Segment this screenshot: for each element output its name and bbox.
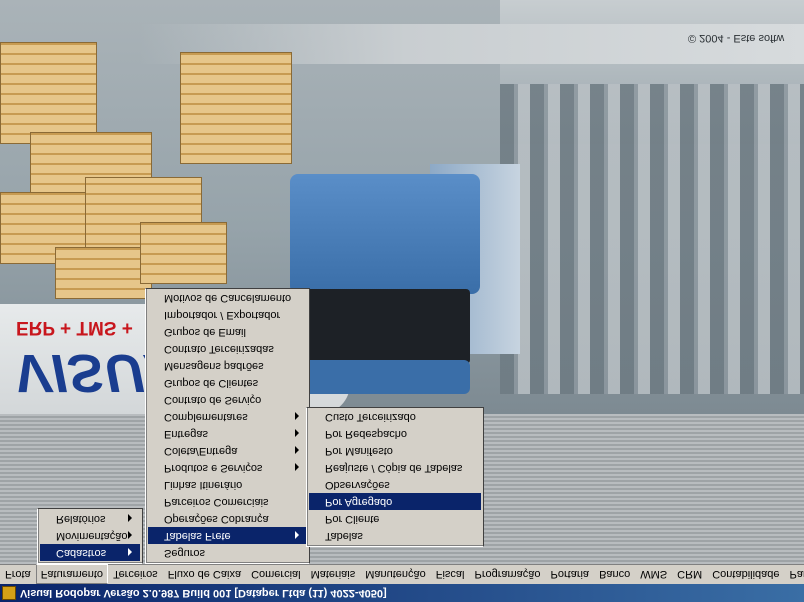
- menu-item-label: Seguros: [164, 547, 205, 559]
- menu-item-tabelas-frete[interactable]: Tabelas Frete: [148, 527, 307, 544]
- menu-item-label: Custo Terceirizado: [325, 411, 416, 423]
- menu-item-label: Por Agregado: [325, 496, 393, 508]
- menu-item-label: Motivos de Cancelamento: [164, 292, 292, 304]
- menu-item-cadastros[interactable]: Cadastros: [40, 544, 140, 561]
- menu-item-motivos-de-cancelamento[interactable]: Motivos de Cancelamento: [148, 289, 307, 306]
- menu-item-por-agregado[interactable]: Por Agregado: [309, 493, 481, 510]
- faturamento-dropdown: Cadastros Movimentação Relatórios: [37, 508, 143, 564]
- menu-faturamento[interactable]: Faturamento: [35, 564, 109, 585]
- menu-item-label: Mensagens padrões: [164, 360, 264, 372]
- menu-terceiros[interactable]: Terceiros: [108, 566, 163, 584]
- crate-pallet: [55, 247, 152, 299]
- menu-item-label: Por Manifesto: [325, 445, 393, 457]
- menu-item-label: Coleta/Entrega: [164, 445, 238, 457]
- menu-fluxo-de-caixa[interactable]: Fluxo de Caixa: [163, 566, 246, 584]
- menu-contabilidade[interactable]: Contabilidade: [707, 566, 784, 584]
- app-icon[interactable]: [2, 586, 16, 600]
- truck-cab: [290, 174, 480, 294]
- copyright-text: © 2004 - Este softw: [688, 32, 785, 44]
- menu-wms[interactable]: WMS: [635, 566, 672, 584]
- window-title: Visual Rodopar Versão 2.0.987 Build 001 …: [20, 587, 387, 599]
- menu-item-contrato-de-servico[interactable]: Contrato de Serviço: [148, 391, 307, 408]
- menu-item-label: Contrato de Serviço: [164, 394, 262, 406]
- menu-item-seguros[interactable]: Seguros: [148, 544, 307, 561]
- submenu-arrow-icon: [295, 446, 299, 454]
- menu-item-custo-terceirizado[interactable]: Custo Terceirizado: [309, 408, 481, 425]
- menu-materiais[interactable]: Materiais: [306, 566, 361, 584]
- container-port: [500, 84, 804, 394]
- menu-item-label: Movimentação: [56, 530, 128, 542]
- menu-item-por-redespacho[interactable]: Por Redespacho: [309, 425, 481, 442]
- menu-item-label: Grupos de Email: [164, 326, 246, 338]
- menu-item-operacoes-cobranca[interactable]: Operações Cobrança: [148, 510, 307, 527]
- menu-item-importador-exportador[interactable]: Importador / Exportador: [148, 306, 307, 323]
- menu-parametros[interactable]: Par: [785, 566, 804, 584]
- menu-manutencao[interactable]: Manutenção: [360, 566, 431, 584]
- menu-item-tabelas[interactable]: Tabelas: [309, 527, 481, 544]
- menu-item-linhas-itinerario[interactable]: Linhas Itinerário: [148, 476, 307, 493]
- menu-portaria[interactable]: Portaria: [546, 566, 595, 584]
- menu-item-grupos-de-clientes[interactable]: Grupos de Clientes: [148, 374, 307, 391]
- submenu-arrow-icon: [295, 463, 299, 471]
- menu-item-label: Grupos de Clientes: [164, 377, 259, 389]
- menu-programacao[interactable]: Programação: [469, 566, 545, 584]
- menu-item-label: Linhas Itinerário: [164, 479, 243, 491]
- menu-item-label: Operações Cobrança: [164, 513, 269, 525]
- tagline-text: ERP + TMS +: [16, 317, 133, 338]
- submenu-arrow-icon: [295, 412, 299, 420]
- tabelas-frete-submenu: Tabelas Por Cliente Por Agregado Observa…: [306, 407, 484, 547]
- menu-item-label: Tabelas: [325, 530, 363, 542]
- menu-bar: Frota Faturamento Terceiros Fluxo de Cai…: [0, 564, 804, 585]
- menu-item-reajuste-copia-de-tabelas[interactable]: Reajuste / Cópia de Tabelas: [309, 459, 481, 476]
- menu-item-label: Relatórios: [56, 513, 106, 525]
- crate-pallet: [0, 42, 97, 144]
- menu-item-por-manifesto[interactable]: Por Manifesto: [309, 442, 481, 459]
- menu-item-por-cliente[interactable]: Por Cliente: [309, 510, 481, 527]
- menu-item-label: Parceiros Comerciais: [164, 496, 269, 508]
- submenu-arrow-icon: [128, 548, 132, 556]
- menu-item-contrato-terceirizadas[interactable]: Contrato Terceirizadas: [148, 340, 307, 357]
- submenu-arrow-icon: [295, 429, 299, 437]
- menu-banco[interactable]: Banco: [594, 566, 635, 584]
- menu-item-mensagens-padroes[interactable]: Mensagens padrões: [148, 357, 307, 374]
- menu-item-complementares[interactable]: Complementares: [148, 408, 307, 425]
- submenu-arrow-icon: [128, 514, 132, 522]
- submenu-arrow-icon: [128, 531, 132, 539]
- menu-item-entregas[interactable]: Entregas: [148, 425, 307, 442]
- menu-item-label: Entregas: [164, 428, 209, 440]
- cadastros-submenu: Seguros Tabelas Frete Operações Cobrança…: [145, 288, 310, 564]
- menu-item-produtos-e-servicos[interactable]: Produtos e Serviços: [148, 459, 307, 476]
- menu-frota[interactable]: Frota: [0, 566, 36, 584]
- menu-item-label: Contrato Terceirizadas: [164, 343, 274, 355]
- menu-item-label: Tabelas Frete: [164, 530, 231, 542]
- truck-bumper: [290, 360, 470, 394]
- menu-item-movimentacao[interactable]: Movimentação: [40, 527, 140, 544]
- crate-pallet: [180, 52, 292, 164]
- menu-fiscal[interactable]: Fiscal: [431, 566, 470, 584]
- flipped-screen: Visual Rodopar Versão 2.0.987 Build 001 …: [0, 0, 804, 602]
- menu-item-label: Produtos e Serviços: [164, 462, 263, 474]
- truck-image: [280, 164, 520, 414]
- menu-item-relatorios[interactable]: Relatórios: [40, 510, 140, 527]
- truck-grill: [300, 289, 470, 364]
- menu-item-label: Por Cliente: [325, 513, 380, 525]
- menu-item-label: Cadastros: [56, 547, 107, 559]
- crate-pallet: [140, 222, 227, 284]
- menu-item-label: Complementares: [164, 411, 248, 423]
- menu-comercial[interactable]: Comercial: [246, 566, 306, 584]
- menu-item-label: Por Redespacho: [325, 428, 407, 440]
- menu-item-observacoes[interactable]: Observações: [309, 476, 481, 493]
- menu-item-parceiros-comerciais[interactable]: Parceiros Comerciais: [148, 493, 307, 510]
- menu-item-label: Reajuste / Cópia de Tabelas: [325, 462, 463, 474]
- title-bar[interactable]: Visual Rodopar Versão 2.0.987 Build 001 …: [0, 584, 804, 602]
- menu-item-label: Observações: [325, 479, 390, 491]
- menu-crm[interactable]: CRM: [672, 566, 707, 584]
- menu-item-grupos-de-email[interactable]: Grupos de Email: [148, 323, 307, 340]
- menu-item-label: Importador / Exportador: [164, 309, 281, 321]
- menu-item-coleta-entrega[interactable]: Coleta/Entrega: [148, 442, 307, 459]
- submenu-arrow-icon: [295, 531, 299, 539]
